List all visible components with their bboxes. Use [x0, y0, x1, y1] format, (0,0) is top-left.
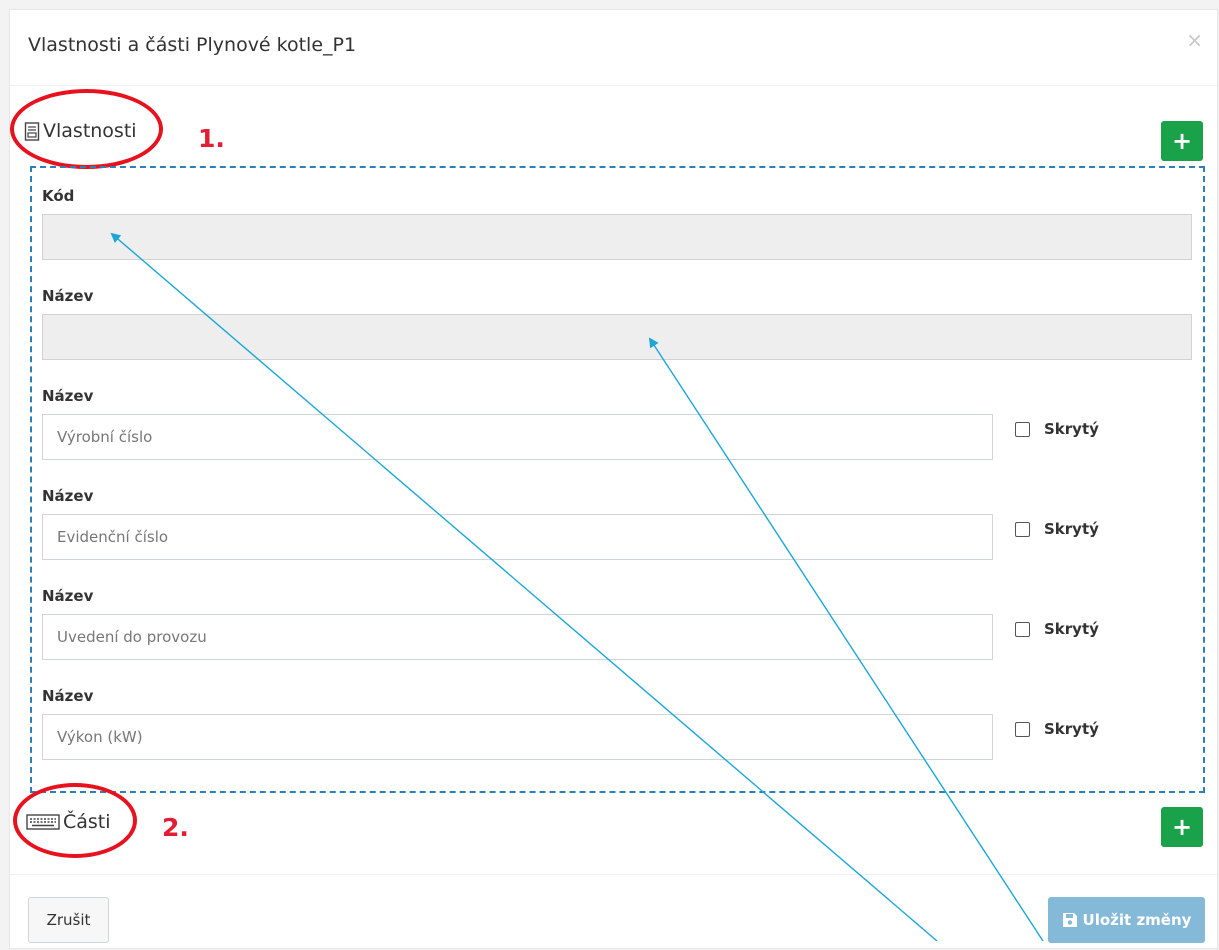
close-button[interactable]: × — [1186, 28, 1203, 52]
annotation-ellipse-parts — [13, 783, 137, 858]
property-input-serial-number[interactable]: Výrobní číslo — [42, 414, 993, 460]
hidden-checkbox-row: Skrytý — [1015, 720, 1099, 738]
modal-footer: Zrušit Uložit změny — [10, 874, 1217, 950]
modal-header: Vlastnosti a části Plynové kotle_P1 × — [10, 10, 1217, 86]
modal-dialog: Vlastnosti a části Plynové kotle_P1 × Vl… — [9, 9, 1218, 949]
annotation-number-2: 2. — [162, 813, 189, 842]
property-input-commissioning[interactable]: Uvedení do provozu — [42, 614, 993, 660]
property-label: Název — [42, 587, 94, 605]
hidden-checkbox-label: Skrytý — [1044, 620, 1099, 638]
save-changes-label: Uložit změny — [1082, 911, 1192, 929]
property-label: Název — [42, 487, 94, 505]
property-input-registration-number[interactable]: Evidenční číslo — [42, 514, 993, 560]
annotation-ellipse-properties — [10, 89, 163, 169]
name-label: Název — [42, 287, 94, 305]
property-label: Název — [42, 687, 94, 705]
add-part-button[interactable]: + — [1161, 807, 1203, 847]
hidden-checkbox[interactable] — [1015, 721, 1030, 737]
hidden-checkbox-row: Skrytý — [1015, 420, 1099, 438]
modal-title: Vlastnosti a části Plynové kotle_P1 — [28, 34, 357, 56]
cancel-button[interactable]: Zrušit — [28, 897, 109, 943]
hidden-checkbox-label: Skrytý — [1044, 520, 1099, 538]
property-label: Název — [42, 387, 94, 405]
properties-container — [30, 166, 1205, 793]
hidden-checkbox-label: Skrytý — [1044, 720, 1099, 738]
hidden-checkbox[interactable] — [1015, 421, 1030, 437]
hidden-checkbox-row: Skrytý — [1015, 620, 1099, 638]
hidden-checkbox-row: Skrytý — [1015, 520, 1099, 538]
floppy-disk-icon — [1062, 913, 1077, 927]
hidden-checkbox-label: Skrytý — [1044, 420, 1099, 438]
code-label: Kód — [42, 187, 75, 205]
annotation-number-1: 1. — [198, 124, 225, 153]
add-property-button[interactable]: + — [1161, 121, 1203, 161]
hidden-checkbox[interactable] — [1015, 521, 1030, 537]
property-input-power[interactable]: Výkon (kW) — [42, 714, 993, 760]
hidden-checkbox[interactable] — [1015, 621, 1030, 637]
save-changes-button[interactable]: Uložit změny — [1048, 897, 1205, 943]
code-input[interactable] — [42, 214, 1192, 260]
name-input[interactable] — [42, 314, 1192, 360]
